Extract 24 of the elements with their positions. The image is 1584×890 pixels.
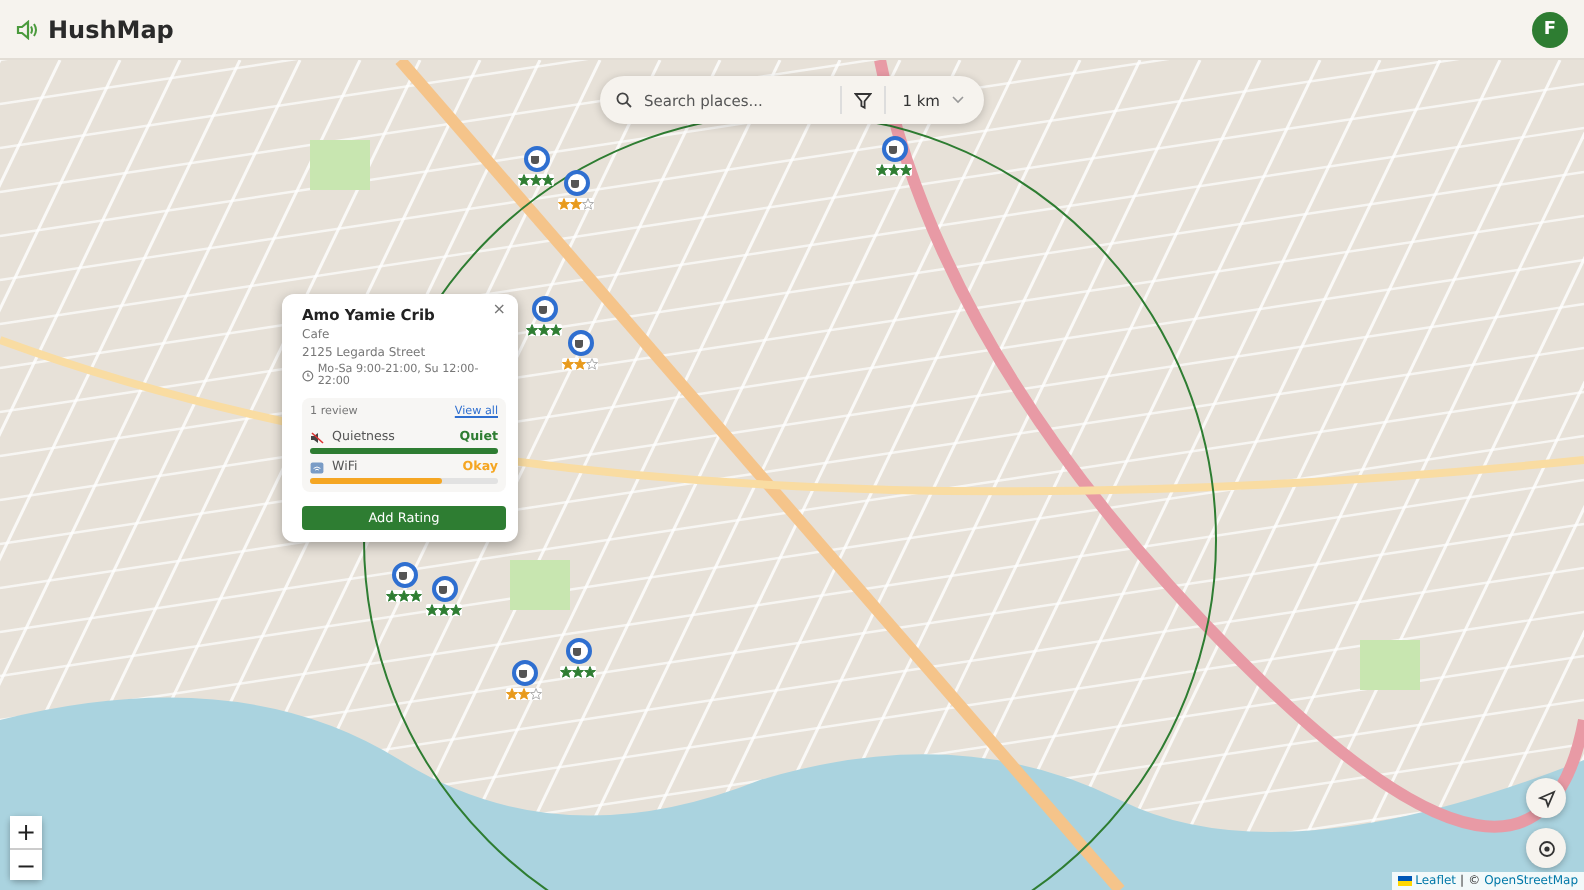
search-icon — [616, 92, 632, 108]
cup-icon — [438, 584, 450, 594]
chevron-icon — [952, 96, 964, 104]
muted-speaker-icon — [310, 431, 324, 443]
cup-icon — [518, 668, 530, 678]
zoom-out-button[interactable]: − — [10, 848, 42, 880]
flag-icon — [1397, 876, 1412, 886]
user-avatar[interactable]: F — [1532, 11, 1568, 47]
locate-icon — [1537, 839, 1555, 857]
zoom-in-button[interactable]: + — [10, 816, 42, 848]
speaker-icon — [16, 19, 38, 39]
cup-icon — [570, 178, 582, 188]
app-title: HushMap — [48, 15, 174, 43]
wifi-icon — [310, 461, 324, 473]
cup-icon — [398, 570, 410, 580]
cup-icon — [888, 144, 900, 154]
clock-icon — [302, 370, 314, 382]
close-button[interactable]: × — [492, 302, 506, 316]
cup-icon — [530, 154, 542, 164]
cup-icon — [538, 304, 550, 314]
cup-icon — [572, 646, 584, 656]
navigation-arrow-icon — [1537, 789, 1555, 807]
filter-icon[interactable] — [854, 91, 873, 109]
cup-icon — [574, 338, 586, 348]
